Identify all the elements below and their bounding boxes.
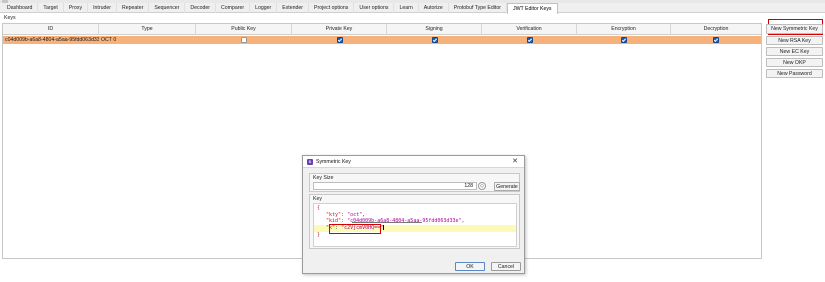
tab-bar: Dashboard Target Proxy Intruder Repeater Sequ…	[0, 3, 825, 14]
new-ec-key-button[interactable]: New EC Key	[766, 47, 823, 56]
dialog-title-bar[interactable]: B Symmetric Key ✕	[303, 156, 524, 168]
key-size-value: 128	[464, 183, 473, 189]
encryption-checkbox[interactable]	[621, 37, 627, 43]
tab-extender[interactable]: Extender	[277, 3, 310, 13]
tab-protobuf-type-editor[interactable]: Protobuf Type Editor	[449, 3, 507, 13]
column-header-verification[interactable]: Verification	[482, 24, 577, 35]
generate-button[interactable]: Generate	[494, 182, 520, 191]
section-label-keys: Keys	[4, 15, 16, 21]
cell-type-size: 0	[113, 37, 117, 43]
close-icon[interactable]: ✕	[512, 156, 518, 168]
decryption-checkbox[interactable]	[713, 37, 719, 43]
key-size-group: Key Size 128 ◇ Generate	[309, 173, 520, 192]
tab-autorize[interactable]: Autorize	[419, 3, 449, 13]
new-password-button[interactable]: New Password	[766, 69, 823, 78]
tab-decoder[interactable]: Decoder	[185, 3, 217, 13]
new-okp-button[interactable]: New OKP	[766, 58, 823, 67]
cancel-button[interactable]: Cancel	[491, 262, 521, 271]
column-header-private-key[interactable]: Private Key	[292, 24, 387, 35]
column-header-decryption[interactable]: Decryption	[671, 24, 761, 35]
tab-intruder[interactable]: Intruder	[88, 3, 117, 13]
new-rsa-key-button[interactable]: New RSA Key	[766, 36, 823, 45]
column-header-id[interactable]: ID	[3, 24, 99, 35]
tab-dashboard[interactable]: Dashboard	[2, 3, 39, 13]
cell-decryption	[671, 36, 761, 44]
tab-learn[interactable]: Learn	[394, 3, 419, 13]
verification-checkbox[interactable]	[526, 37, 533, 43]
key-label: Key	[313, 196, 322, 202]
key-size-label: Key Size	[313, 175, 334, 181]
cell-encryption	[577, 36, 671, 44]
tab-logger[interactable]: Logger	[250, 3, 278, 13]
tab-jwt-editor-keys[interactable]: JWT Editor Keys	[506, 3, 558, 14]
table-header: ID Type Public Key Private Key Signing V…	[3, 24, 761, 35]
cell-signing	[387, 36, 482, 44]
public-key-checkbox[interactable]	[241, 37, 247, 43]
key-size-input[interactable]: 128	[313, 182, 477, 190]
tab-list: Dashboard Target Proxy Intruder Repeater Sequ…	[2, 3, 558, 14]
tab-proxy[interactable]: Proxy	[64, 3, 89, 13]
close-brace: }	[317, 232, 321, 238]
cell-type: OCT 0	[101, 36, 196, 44]
burp-icon: B	[307, 159, 313, 165]
text-caret	[383, 225, 385, 230]
tab-comparer[interactable]: Comparer	[216, 3, 251, 13]
tab-user-options[interactable]: User options	[354, 3, 395, 13]
ok-button[interactable]: OK	[455, 262, 485, 271]
private-key-checkbox[interactable]	[336, 37, 343, 43]
tab-project-options[interactable]: Project options	[309, 3, 355, 13]
key-group: Key { "kty": "oct", "kid": "c04d009b-a6a…	[309, 194, 520, 249]
column-header-signing[interactable]: Signing	[387, 24, 482, 35]
cell-public-key	[196, 36, 292, 44]
symmetric-key-dialog: B Symmetric Key ✕ Key Size 128 ◇ Generat…	[302, 155, 525, 274]
cell-verification	[482, 36, 577, 44]
table-row[interactable]: c04d009b-a6a8-4804-a5aa-95fdd063d33e OCT…	[3, 36, 761, 44]
open-brace: {	[317, 205, 321, 211]
spinner-icon[interactable]: ◇	[478, 182, 486, 190]
tab-target[interactable]: Target	[38, 3, 64, 13]
column-header-type[interactable]: Type	[99, 24, 196, 35]
column-header-encryption[interactable]: Encryption	[577, 24, 671, 35]
cell-private-key	[292, 36, 387, 44]
redaction-line	[352, 221, 422, 223]
annotation-highlight-k	[329, 223, 381, 234]
cell-id: c04d009b-a6a8-4804-a5aa-95fdd063d33e	[5, 37, 99, 43]
dialog-title: Symmetric Key	[316, 159, 351, 165]
new-symmetric-key-button[interactable]: New Symmetric Key	[766, 24, 823, 34]
cell-type-name: OCT	[101, 37, 112, 43]
code-line-open: {	[317, 205, 519, 212]
tab-sequencer[interactable]: Sequencer	[149, 3, 186, 13]
column-header-public-key[interactable]: Public Key	[196, 24, 292, 35]
signing-checkbox[interactable]	[431, 37, 438, 43]
tab-repeater[interactable]: Repeater	[117, 3, 150, 13]
key-json-editor[interactable]: { "kty": "oct", "kid": "c04d009b-a6a8-48…	[313, 203, 517, 247]
